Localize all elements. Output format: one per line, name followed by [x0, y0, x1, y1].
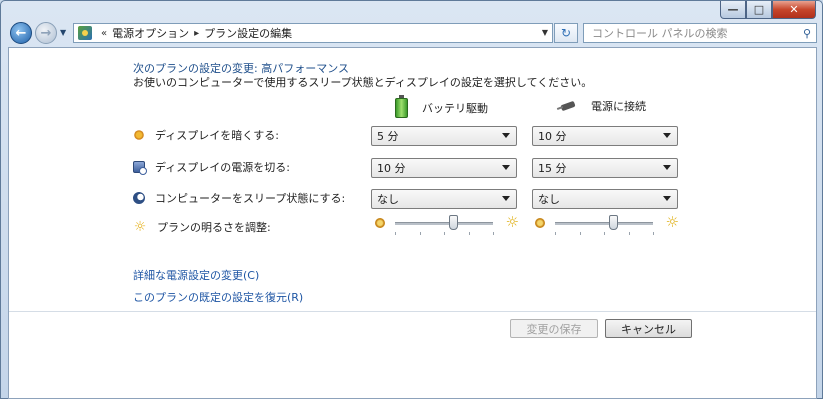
setting-label: ディスプレイの電源を切る:	[155, 161, 290, 174]
dropdown-arrow-icon	[663, 196, 671, 201]
footer-divider	[9, 311, 816, 312]
save-changes-button[interactable]: 変更の保存	[510, 319, 598, 338]
selected-value: なし	[377, 193, 399, 206]
setting-row-brightness: ☼ プランの明るさを調整:	[133, 216, 271, 238]
forward-button[interactable]: →	[35, 22, 57, 44]
search-box[interactable]: コントロール パネルの検索 ⚲	[583, 23, 817, 43]
brightness-high-icon: ☼	[665, 213, 679, 231]
slider-track[interactable]	[395, 222, 493, 225]
control-panel-icon	[78, 26, 92, 40]
power-plug-icon	[557, 101, 579, 111]
cancel-button[interactable]: キャンセル	[605, 319, 692, 338]
dropdown-arrow-icon	[663, 133, 671, 138]
restore-defaults-link[interactable]: このプランの既定の設定を復元(R)	[133, 289, 303, 305]
caption-buttons: — □ ✕	[720, 1, 816, 19]
battery-column-label: バッテリ駆動	[422, 102, 488, 115]
dim-display-icon	[134, 130, 144, 140]
back-button[interactable]: ←	[10, 22, 32, 44]
sleep-moon-icon	[133, 192, 145, 204]
sleep-battery-select[interactable]: なし	[371, 189, 517, 209]
selected-value: なし	[538, 193, 560, 206]
breadcrumb-power-options[interactable]: 電源オプション	[112, 25, 189, 41]
selected-value: 10 分	[377, 162, 406, 175]
column-header-battery: バッテリ駆動	[395, 95, 488, 118]
slider-tick	[653, 232, 654, 235]
brightness-low-icon	[375, 218, 385, 228]
page-description: お使いのコンピューターで使用するスリープ状態とディスプレイの設定を選択してくださ…	[133, 76, 593, 89]
setting-row-display-off: ディスプレイの電源を切る:	[133, 156, 290, 178]
brightness-high-icon: ☼	[505, 213, 519, 231]
slider-tick	[555, 232, 556, 235]
brightness-plugged-slider[interactable]: ☼	[533, 213, 679, 235]
dropdown-arrow-icon	[502, 133, 510, 138]
setting-label: ディスプレイを暗くする:	[155, 129, 279, 142]
advanced-settings-link[interactable]: 詳細な電源設定の変更(C)	[133, 267, 259, 283]
recent-pages-dropdown-icon[interactable]: ▼	[60, 28, 66, 37]
dim-display-plugged-select[interactable]: 10 分	[532, 126, 678, 146]
column-header-plugged-in: 電源に接続	[557, 98, 646, 114]
setting-row-dim-display: ディスプレイを暗くする:	[133, 124, 279, 146]
selected-value: 5 分	[377, 130, 399, 143]
battery-icon	[395, 95, 408, 118]
slider-tick	[395, 232, 396, 235]
search-input[interactable]: コントロール パネルの検索	[592, 25, 728, 41]
brightness-sun-icon: ☼	[133, 219, 147, 235]
slider-tick	[604, 232, 605, 235]
slider-tick	[579, 232, 581, 235]
dropdown-arrow-icon	[502, 165, 510, 170]
setting-label: コンピューターをスリープ状態にする:	[155, 192, 346, 205]
display-off-battery-select[interactable]: 10 分	[371, 158, 517, 178]
content-pane: 次のプランの設定の変更: 高パフォーマンス お使いのコンピューターで使用するスリ…	[8, 47, 817, 399]
chevron-double-left-icon[interactable]: «	[101, 28, 107, 39]
control-panel-window: — □ ✕ ← → ▼ « 電源オプション ▸ プラン設定の編集 ▼ ↻ コント…	[0, 0, 823, 399]
slider-tick	[419, 232, 421, 235]
slider-tick	[493, 232, 494, 235]
address-dropdown-icon[interactable]: ▼	[542, 28, 548, 37]
breadcrumb-edit-plan[interactable]: プラン設定の編集	[204, 25, 292, 41]
slider-tick	[444, 232, 445, 235]
maximize-button[interactable]: □	[746, 1, 772, 19]
slider-tick	[628, 232, 630, 235]
brightness-low-icon	[535, 218, 545, 228]
sleep-plugged-select[interactable]: なし	[532, 189, 678, 209]
display-off-icon	[133, 161, 147, 175]
display-off-plugged-select[interactable]: 15 分	[532, 158, 678, 178]
slider-tick	[468, 232, 470, 235]
dropdown-arrow-icon	[502, 196, 510, 201]
refresh-button[interactable]: ↻	[554, 23, 578, 43]
breadcrumb-separator-icon[interactable]: ▸	[194, 28, 199, 39]
slider-track[interactable]	[555, 222, 653, 225]
address-bar[interactable]: « 電源オプション ▸ プラン設定の編集 ▼	[73, 23, 553, 43]
close-button[interactable]: ✕	[772, 1, 816, 19]
navigation-bar: ← → ▼ « 電源オプション ▸ プラン設定の編集 ▼ ↻ コントロール パネ…	[1, 21, 822, 45]
setting-row-sleep: コンピューターをスリープ状態にする:	[133, 187, 345, 209]
setting-label: プランの明るさを調整:	[157, 221, 271, 234]
dropdown-arrow-icon	[663, 165, 671, 170]
dim-display-battery-select[interactable]: 5 分	[371, 126, 517, 146]
brightness-battery-slider[interactable]: ☼	[373, 213, 519, 235]
plugged-column-label: 電源に接続	[591, 100, 646, 113]
minimize-button[interactable]: —	[720, 1, 746, 19]
slider-thumb[interactable]	[448, 215, 458, 230]
selected-value: 10 分	[538, 130, 567, 143]
search-icon[interactable]: ⚲	[803, 27, 811, 40]
slider-thumb[interactable]	[608, 215, 618, 230]
selected-value: 15 分	[538, 162, 567, 175]
